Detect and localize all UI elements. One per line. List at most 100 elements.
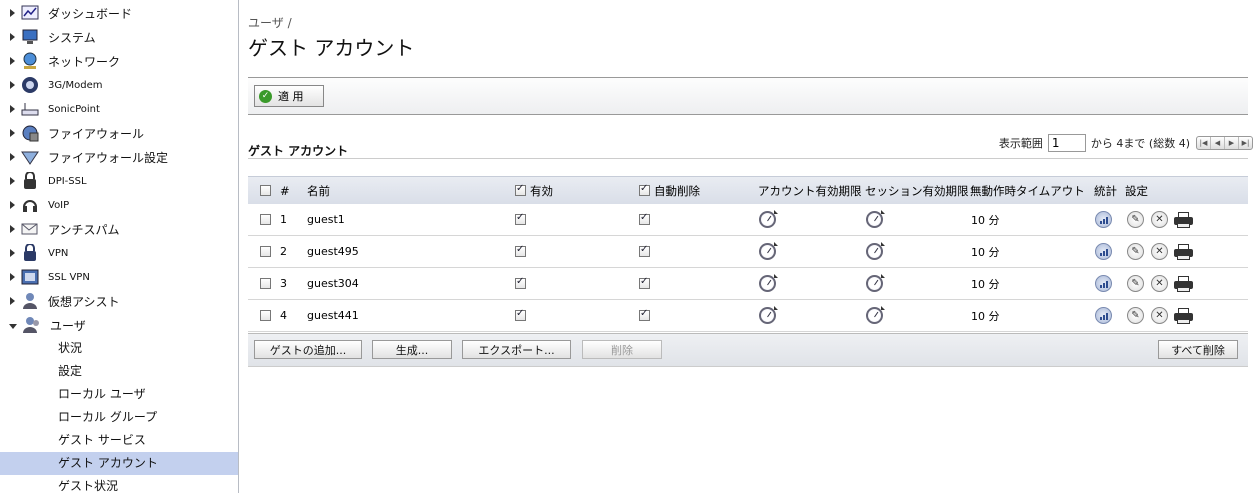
collapse-arrow-icon[interactable] [9,323,17,329]
row-select-checkbox[interactable] [260,310,271,321]
auto-delete-all-checkbox[interactable] [639,183,650,196]
enabled-all-checkbox[interactable] [515,183,526,196]
header-name[interactable]: 名前 [307,177,330,204]
row-auto-delete-checkbox[interactable] [639,276,650,289]
header-account-expiry: アカウント有効期限 [758,183,862,198]
printer-icon[interactable] [1174,307,1193,324]
sidebar-item-dpi-ssl[interactable]: DPI-SSL [0,169,238,193]
sidebar-item-virtual-assist[interactable]: 仮想アシスト [0,289,238,313]
sidebar-item-users[interactable]: ユーザ [0,313,238,337]
edit-pencil-icon[interactable]: ✎ [1127,243,1144,260]
account-expiry-clock-icon[interactable] [759,211,776,228]
select-all-checkbox[interactable] [260,185,271,196]
edit-pencil-icon[interactable]: ✎ [1127,275,1144,292]
prev-page-icon[interactable]: ◀ [1210,137,1224,149]
statistics-icon[interactable] [1095,243,1112,260]
printer-icon[interactable] [1174,211,1193,228]
expand-arrow-icon[interactable] [10,297,15,305]
expand-arrow-icon[interactable] [10,9,15,17]
row-enabled-checkbox[interactable] [515,308,526,321]
row-select-checkbox[interactable] [260,214,271,225]
expand-arrow-icon[interactable] [10,273,15,281]
sidebar-item-3g-modem[interactable]: 3G/Modem [0,73,238,97]
export-button[interactable]: エクスポート... [462,340,571,359]
sidebar-item-sonicpoint[interactable]: SonicPoint [0,97,238,121]
sidebar-item-firewall-settings[interactable]: ファイアウォール設定 [0,145,238,169]
sidebar-subitem-status[interactable]: 状況 [0,337,238,360]
next-page-icon[interactable]: ▶ [1224,137,1238,149]
sidebar-item-network[interactable]: ネットワーク [0,49,238,73]
sidebar-item-antispam[interactable]: アンチスパム [0,217,238,241]
expand-arrow-icon[interactable] [10,81,15,89]
expand-arrow-icon[interactable] [10,177,15,185]
header-num: # [280,183,290,198]
guest-accounts-table: # 名前 有効 自動削除 アカウント有効期限 セッション有効期限 無動作時タイム… [248,176,1248,332]
expand-arrow-icon[interactable] [10,57,15,65]
expand-arrow-icon[interactable] [10,129,15,137]
add-guest-button[interactable]: ゲストの追加... [254,340,362,359]
expand-arrow-icon[interactable] [10,153,15,161]
sidebar-subitem-local-users[interactable]: ローカル ユーザ [0,383,238,406]
session-expiry-clock-icon[interactable] [866,243,883,260]
header-settings: 設定 [1125,183,1148,198]
account-expiry-clock-icon[interactable] [759,275,776,292]
sidebar-item-voip[interactable]: VoIP [0,193,238,217]
row-num: 4 [280,309,287,322]
edit-pencil-icon[interactable]: ✎ [1127,211,1144,228]
row-select-checkbox[interactable] [260,278,271,289]
first-page-icon[interactable]: |◀ [1197,137,1210,149]
statistics-icon[interactable] [1095,307,1112,324]
printer-icon[interactable] [1174,243,1193,260]
row-name: guest1 [307,213,345,226]
expand-arrow-icon[interactable] [10,33,15,41]
account-expiry-clock-icon[interactable] [759,307,776,324]
statistics-icon[interactable] [1095,275,1112,292]
expand-arrow-icon[interactable] [10,225,15,233]
sidebar-subitem-guest-accounts[interactable]: ゲスト アカウント [0,452,238,475]
sidebar-subitem-guest-services[interactable]: ゲスト サービス [0,429,238,452]
delete-x-icon[interactable]: ✕ [1151,307,1168,324]
statistics-icon[interactable] [1095,211,1112,228]
row-enabled-checkbox[interactable] [515,276,526,289]
sidebar-item-dashboard[interactable]: ダッシュボード [0,1,238,25]
delete-all-button[interactable]: すべて削除 [1158,340,1238,359]
row-num: 2 [280,245,287,258]
session-expiry-clock-icon[interactable] [866,275,883,292]
account-expiry-clock-icon[interactable] [759,243,776,260]
delete-x-icon[interactable]: ✕ [1151,243,1168,260]
sidebar-subitem-guest-status[interactable]: ゲスト状況 [0,475,238,493]
sidebar-item-system[interactable]: システム [0,25,238,49]
mail-icon [21,220,39,238]
modem-icon [21,76,39,94]
session-expiry-clock-icon[interactable] [866,307,883,324]
edit-pencil-icon[interactable]: ✎ [1127,307,1144,324]
expand-arrow-icon[interactable] [10,201,15,209]
delete-button[interactable]: 削除 [582,340,662,359]
sidebar: ダッシュボード システム ネットワーク 3G/Modem SonicPoint … [0,0,239,493]
sidebar-item-firewall[interactable]: ファイアウォール [0,121,238,145]
session-expiry-clock-icon[interactable] [866,211,883,228]
expand-arrow-icon[interactable] [10,249,15,257]
row-select-checkbox[interactable] [260,246,271,257]
last-page-icon[interactable]: ▶| [1238,137,1252,149]
sidebar-item-ssl-vpn[interactable]: SSL VPN [0,265,238,289]
table-row: 1 guest1 10 分 ✎ ✕ [248,204,1248,236]
apply-button[interactable]: ✓ 適 用 [254,85,324,107]
breadcrumb[interactable]: ユーザ / [248,14,292,31]
row-idle-timeout: 10 分 [971,245,1000,259]
row-auto-delete-checkbox[interactable] [639,244,650,257]
row-auto-delete-checkbox[interactable] [639,308,650,321]
delete-x-icon[interactable]: ✕ [1151,275,1168,292]
sidebar-subitem-settings[interactable]: 設定 [0,360,238,383]
printer-icon[interactable] [1174,275,1193,292]
sidebar-item-vpn[interactable]: VPN [0,241,238,265]
generate-button[interactable]: 生成... [372,340,452,359]
pager-start-input[interactable] [1047,134,1086,152]
row-auto-delete-checkbox[interactable] [639,212,650,225]
expand-arrow-icon[interactable] [10,105,15,113]
row-enabled-checkbox[interactable] [515,212,526,225]
row-num: 1 [280,213,287,226]
sidebar-subitem-local-groups[interactable]: ローカル グループ [0,406,238,429]
row-enabled-checkbox[interactable] [515,244,526,257]
delete-x-icon[interactable]: ✕ [1151,211,1168,228]
